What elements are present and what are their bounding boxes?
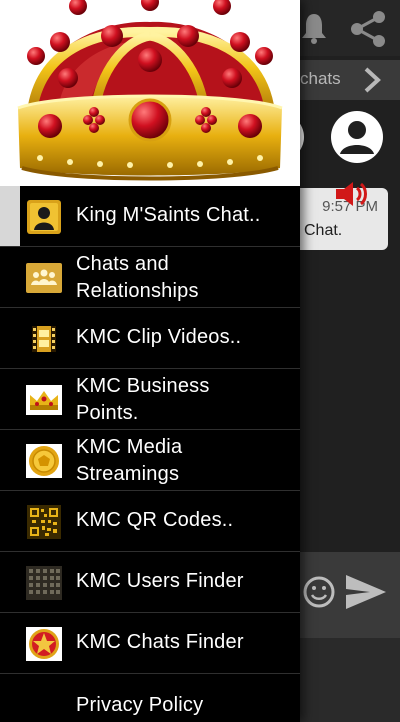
- emoji-icon[interactable]: [302, 575, 336, 609]
- chevron-right-icon[interactable]: [360, 66, 384, 94]
- menu-label: KMC Business Points.: [76, 375, 210, 424]
- active-indicator: [0, 186, 20, 246]
- bell-icon[interactable]: [300, 12, 328, 44]
- menu-item-kmc-qr-codes[interactable]: KMC QR Codes..: [0, 491, 300, 552]
- person-icon: [27, 200, 61, 234]
- menu-item-kmc-media-streamings[interactable]: KMC Media Streamings: [0, 430, 300, 491]
- menu-item-kmc-clip-videos[interactable]: KMC Clip Videos..: [0, 308, 300, 369]
- group-icon: [26, 263, 62, 293]
- share-icon[interactable]: [347, 9, 389, 49]
- drawer-header: [0, 0, 300, 186]
- qr-code-icon: [27, 505, 61, 539]
- crown-icon: [26, 385, 62, 415]
- film-icon: [32, 326, 56, 352]
- grid-icon: [26, 566, 62, 600]
- menu-label: KMC Chats Finder: [76, 631, 244, 653]
- avatar[interactable]: [330, 110, 384, 164]
- menu-label: Privacy Policy: [76, 694, 204, 716]
- gold-coin-icon: [26, 444, 62, 478]
- menu-item-king-msaints-chat[interactable]: King M'Saints Chat..: [0, 186, 300, 247]
- menu-label: King M'Saints Chat..: [76, 204, 261, 226]
- menu-label: KMC Clip Videos..: [76, 326, 242, 348]
- menu-label: KMC Media Streamings: [76, 436, 183, 485]
- message-text: Chat.: [304, 222, 343, 239]
- menu-label: KMC QR Codes..: [76, 509, 234, 531]
- star-badge-icon: [26, 627, 62, 661]
- menu-item-privacy-policy[interactable]: Privacy Policy: [0, 674, 300, 722]
- menu-item-kmc-business-points[interactable]: KMC Business Points.: [0, 369, 300, 430]
- send-icon[interactable]: [344, 573, 388, 611]
- menu-item-kmc-chats-finder[interactable]: KMC Chats Finder: [0, 613, 300, 674]
- drawer-menu: King M'Saints Chat.. Chats and Relations…: [0, 186, 300, 722]
- navigation-drawer: King M'Saints Chat.. Chats and Relations…: [0, 0, 300, 722]
- crown-logo: [17, 0, 283, 181]
- menu-item-kmc-users-finder[interactable]: KMC Users Finder: [0, 552, 300, 613]
- menu-label: KMC Users Finder: [76, 570, 244, 592]
- menu-label: Chats and Relationships: [76, 253, 199, 302]
- speaker-icon: [336, 182, 367, 206]
- tab-chats[interactable]: chats: [300, 69, 341, 89]
- menu-item-chats-and-relationships[interactable]: Chats and Relationships: [0, 247, 300, 308]
